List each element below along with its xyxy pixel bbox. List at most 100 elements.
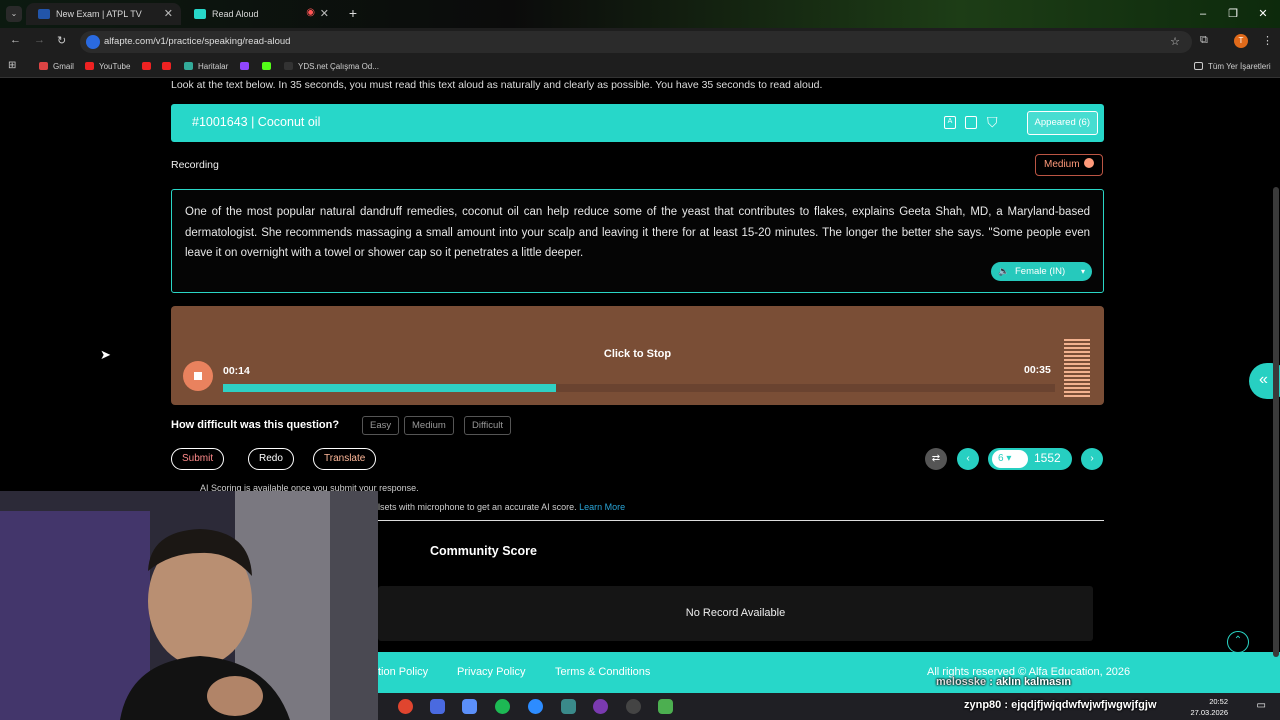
bookmark-kick[interactable] (262, 62, 276, 71)
passage-text: One of the most popular natural dandruff… (185, 206, 1090, 259)
voice-selector[interactable]: 🔈 Female (IN) ▾ (991, 262, 1092, 281)
chat-message-1: melosske : aklın kalmasın (936, 676, 1072, 688)
footer-link-terms[interactable]: Terms & Conditions (555, 666, 650, 678)
tab-new-exam[interactable]: New Exam | ATPL TV ✕ (26, 3, 181, 25)
translate-button[interactable]: Translate (313, 448, 377, 470)
close-tab-icon[interactable]: ✕ (164, 7, 173, 20)
app-taskbar-icon[interactable] (626, 699, 641, 714)
audio-level-meter (1064, 339, 1090, 397)
voice-label: Female (IN) (1015, 266, 1066, 277)
address-bar[interactable]: alfapte.com/v1/practice/speaking/read-al… (80, 31, 1192, 53)
recording-progress (223, 384, 1055, 392)
tab-read-aloud[interactable]: Read Aloud ◉ ✕ (182, 3, 337, 25)
yds-icon (284, 62, 293, 70)
tab-search-icon[interactable]: ⌄ (6, 6, 22, 22)
page-select[interactable]: 6 ▾ (992, 450, 1028, 468)
close-tab-icon[interactable]: ✕ (320, 7, 329, 20)
gmail-icon (39, 62, 48, 70)
recording-label: Recording (171, 159, 219, 171)
webcam-person-image (0, 491, 378, 720)
youtube-icon (162, 62, 171, 70)
notification-icon[interactable]: ▭ (1257, 700, 1266, 711)
app-taskbar-icon[interactable] (561, 699, 576, 714)
bookmark-star-icon[interactable]: ☆ (1170, 31, 1180, 53)
tab-label: Read Aloud (212, 9, 259, 19)
footer: tion Policy Privacy Policy Terms & Condi… (378, 652, 1280, 699)
question-header: #1001643 | Coconut oil A ⛉ Appeared (6) (171, 104, 1104, 142)
bookmark-twitch[interactable] (240, 62, 254, 71)
mouse-cursor-icon: ➤ (100, 347, 111, 362)
footer-link-privacy[interactable]: Privacy Policy (457, 666, 525, 678)
forward-icon[interactable]: → (34, 34, 45, 46)
microphone-note: lsets with microphone to get an accurate… (378, 502, 626, 512)
reload-icon[interactable]: ↻ (57, 34, 66, 47)
app-taskbar-icon[interactable] (430, 699, 445, 714)
difficult-option[interactable]: Difficult (464, 416, 511, 435)
browser-tab-bar: ⌄ New Exam | ATPL TV ✕ Read Aloud ◉ ✕ + … (0, 0, 1280, 28)
restore-icon[interactable]: ❐ (1220, 4, 1246, 24)
submit-button[interactable]: Submit (171, 448, 225, 470)
address-row: ← → ↻ alfapte.com/v1/practice/speaking/r… (0, 28, 1280, 56)
youtube-icon (85, 62, 94, 70)
no-record-panel: No Record Available (378, 586, 1093, 641)
scrollbar[interactable] (1273, 187, 1279, 657)
tab-label: New Exam | ATPL TV (56, 9, 142, 19)
new-tab-icon[interactable]: + (344, 4, 362, 22)
all-bookmarks[interactable]: Tüm Yer İşaretleri (1194, 62, 1271, 71)
close-window-icon[interactable]: ✕ (1250, 4, 1276, 24)
recorder-panel: Click to Stop 00:14 00:35 (171, 306, 1104, 405)
app-taskbar-icon[interactable] (462, 699, 477, 714)
learn-more-link[interactable]: Learn More (579, 502, 625, 512)
profile-avatar[interactable]: T (1234, 34, 1248, 48)
divider (378, 520, 1104, 521)
bookmark-yds[interactable]: YDS.net Çalışma Od... (284, 62, 379, 71)
instruction-text: Look at the text below. In 35 seconds, y… (171, 79, 823, 91)
community-score-title: Community Score (430, 544, 537, 558)
shuffle-icon[interactable]: ⇄ (925, 448, 947, 470)
minimize-icon[interactable]: – (1190, 4, 1216, 24)
bookmark-youtube-2[interactable] (142, 62, 156, 71)
apps-grid-icon[interactable]: ⊞ (8, 60, 16, 71)
question-pager: 6 ▾ 1552 (988, 448, 1072, 470)
bookmark-gmail[interactable]: Gmail (39, 62, 74, 71)
chat-message-2: zynp80 : ejqdjfjwjqdwfwjwfjwgwjfgjw (964, 699, 1157, 711)
footer-link-policy[interactable]: tion Policy (378, 666, 428, 678)
zoom-taskbar-icon[interactable] (528, 699, 543, 714)
translate-icon[interactable]: A (944, 116, 956, 129)
total-time: 00:35 (1024, 364, 1051, 376)
progress-fill (223, 384, 556, 392)
click-to-stop[interactable]: Click to Stop (171, 348, 1104, 360)
clock[interactable]: 20:52 27.03.2026 (1190, 696, 1228, 718)
prev-icon[interactable]: ‹ (957, 448, 979, 470)
difficulty-badge: Medium (1035, 154, 1103, 176)
bookmark-youtube-3[interactable] (162, 62, 176, 71)
alfapte-favicon-icon (194, 9, 206, 19)
appeared-badge[interactable]: Appeared (6) (1026, 111, 1098, 135)
stop-button[interactable] (183, 361, 213, 391)
easy-option[interactable]: Easy (362, 416, 400, 435)
app-taskbar-icon[interactable] (658, 699, 673, 714)
kick-icon (262, 62, 271, 70)
medium-option[interactable]: Medium (404, 416, 454, 435)
back-icon[interactable]: ← (10, 34, 21, 46)
stop-icon (194, 372, 202, 380)
scroll-top-icon[interactable]: ⌃ (1227, 631, 1249, 653)
obs-taskbar-icon[interactable] (593, 699, 608, 714)
microphone-site-icon[interactable] (86, 35, 100, 49)
bookmark-icon[interactable]: ⛉ (987, 114, 998, 131)
menu-kebab-icon[interactable]: ⋮ (1262, 34, 1273, 47)
difficulty-question: How difficult was this question? (171, 419, 340, 431)
chrome-taskbar-icon[interactable] (398, 699, 413, 714)
passage-box: One of the most popular natural dandruff… (171, 189, 1104, 293)
bookmark-maps[interactable]: Haritalar (184, 62, 228, 71)
redo-button[interactable]: Redo (248, 448, 294, 470)
spotify-taskbar-icon[interactable] (495, 699, 510, 714)
bookmarks-bar: ⊞ Gmail YouTube Haritalar YDS.net Çalışm… (0, 56, 1280, 78)
webcam-feed (0, 491, 378, 720)
comment-icon[interactable] (965, 116, 977, 129)
bookmark-youtube[interactable]: YouTube (85, 62, 130, 71)
extensions-icon[interactable]: ⧉ (1200, 34, 1208, 47)
next-icon[interactable]: › (1081, 448, 1103, 470)
question-title: #1001643 | Coconut oil (192, 115, 321, 129)
url-text: alfapte.com/v1/practice/speaking/read-al… (104, 36, 291, 47)
